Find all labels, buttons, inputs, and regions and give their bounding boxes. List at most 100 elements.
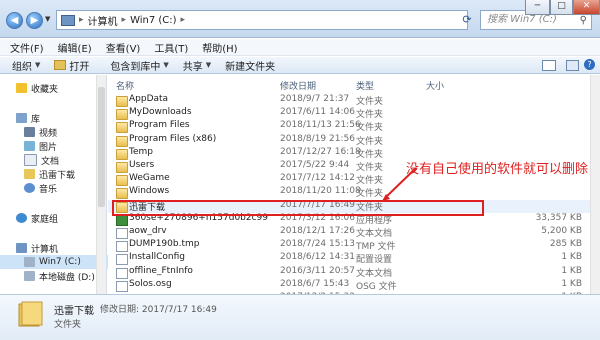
sidebar-item-label: 家庭组 (31, 214, 59, 225)
table-row[interactable]: Windows 2018/11/20 11:08 文件夹 (108, 186, 590, 200)
file-size: 5,200 KB (541, 226, 582, 236)
sidebar-item-label: 图片 (39, 142, 58, 153)
menu-edit[interactable]: 编辑(E) (58, 40, 92, 55)
search-placeholder: 搜索 Win7 (C:) (487, 14, 557, 25)
file-name: WeGame (129, 173, 170, 184)
file-date: 2017/7/12 14:12 (280, 173, 355, 184)
share-button[interactable]: 共享 ▼ (176, 58, 218, 73)
file-type: OSG 文件 (356, 281, 397, 292)
table-row[interactable]: MyDownloads 2017/6/11 14:06 文件夹 (108, 107, 590, 121)
file-date: 2018/6/12 14:31 (280, 252, 355, 263)
file-type: 文件夹 (356, 189, 384, 200)
drive-icon (24, 257, 35, 267)
open-icon (54, 60, 67, 70)
column-header-type[interactable]: 类型 (356, 79, 374, 92)
file-type: 配置设置 (356, 255, 393, 266)
file-date: 2018/11/20 11:08 (280, 186, 361, 197)
highlight-box (112, 200, 484, 216)
open-button[interactable]: 打开 (47, 58, 96, 73)
file-type: 文本文档 (356, 268, 393, 279)
details-type: 文件夹 (54, 320, 82, 330)
column-header-name[interactable]: 名称 (116, 79, 134, 92)
column-header-date[interactable]: 修改日期 (280, 79, 316, 92)
address-field[interactable]: ▸ 计算机 ▸ Win7 (C:) ▸ (56, 10, 468, 30)
file-name: InstallConfig (129, 252, 185, 263)
column-header-size[interactable]: 大小 (426, 79, 444, 92)
file-name: DUMP190b.tmp (129, 239, 200, 250)
include-label: 包含到库中 (110, 61, 161, 73)
file-name: Solos.osg (129, 278, 172, 289)
table-row[interactable]: Program Files 2018/11/13 21:56 文件夹 (108, 120, 590, 134)
file-type: 文件夹 (356, 176, 384, 187)
file-name: Windows (129, 186, 170, 197)
file-icon (116, 254, 128, 266)
table-row[interactable]: InstallConfig 2018/6/12 14:31 配置设置 1 KB (108, 252, 590, 266)
menu-view[interactable]: 查看(V) (106, 40, 141, 55)
star-icon (16, 83, 27, 93)
sidebar-scrollbar[interactable] (96, 75, 106, 294)
folder-icon (116, 109, 128, 121)
file-list-scrollbar[interactable] (590, 75, 600, 294)
include-in-library-button[interactable]: 包含到库中 ▼ (96, 58, 175, 73)
close-button[interactable]: ✕ (573, 0, 600, 15)
view-options-icon[interactable] (542, 60, 556, 71)
drive-icon (24, 271, 35, 281)
sidebar-item-label: 视频 (39, 128, 58, 139)
file-icon (116, 241, 128, 253)
preview-pane-icon[interactable] (566, 60, 579, 71)
table-row[interactable]: aow_drv 2018/12/1 17:26 文本文档 5,200 KB (108, 226, 590, 239)
file-date: 2018/7/24 15:13 (280, 239, 355, 250)
open-label: 打开 (69, 61, 90, 73)
sidebar-item-label: 文档 (41, 156, 60, 167)
file-name: aow_drv (129, 226, 167, 236)
new-folder-button[interactable]: 新建文件夹 (218, 58, 282, 73)
file-date: 2017/12/27 16:18 (280, 146, 361, 157)
file-date: 2016/3/11 20:57 (280, 265, 355, 276)
file-list: 名称 修改日期 类型 大小 AppData 2018/9/7 21:37 文件夹 My… (108, 75, 600, 305)
chevron-down-icon: ▼ (35, 61, 41, 69)
file-type: 文件夹 (356, 163, 384, 173)
table-row[interactable]: AppData 2018/9/7 21:37 文件夹 (108, 94, 590, 107)
menu-file[interactable]: 文件(F) (10, 40, 44, 55)
file-icon (116, 214, 128, 226)
homegroup-icon (16, 213, 27, 223)
organize-button[interactable]: 组织 ▼ (0, 58, 47, 73)
file-name: Temp (129, 146, 153, 157)
folder-icon (116, 148, 128, 160)
file-date: 2018/12/1 17:26 (280, 226, 355, 236)
file-type: 文件夹 (356, 123, 384, 134)
table-row[interactable]: Solos.osg 2018/6/7 15:43 OSG 文件 1 KB (108, 279, 590, 292)
forward-button[interactable]: ▶ (26, 12, 43, 29)
file-size: 33,357 KB (535, 212, 582, 223)
file-name: Program Files (129, 120, 190, 131)
breadcrumb-chevron-icon: ▸ (121, 15, 127, 25)
table-row[interactable]: Program Files (x86) 2018/8/19 21:56 文件夹 (108, 134, 590, 147)
details-name: 迅雷下载 (54, 306, 94, 317)
table-row[interactable]: DUMP190b.tmp 2018/7/24 15:13 TMP 文件 285 KB (108, 239, 590, 253)
folder-icon (24, 169, 35, 179)
recent-pages-chevron-icon[interactable]: ▼ (45, 15, 50, 23)
menu-help[interactable]: 帮助(H) (202, 40, 237, 55)
file-name: Users (129, 160, 155, 170)
details-modified: 修改日期: 2017/7/17 16:49 (100, 305, 217, 315)
menu-bar: 文件(F) 编辑(E) 查看(V) 工具(T) 帮助(H) (0, 39, 600, 56)
computer-icon (16, 243, 27, 253)
breadcrumb-drive[interactable]: Win7 (C:) (130, 15, 176, 26)
menu-tools[interactable]: 工具(T) (154, 40, 188, 55)
minimize-button[interactable]: ─ (525, 0, 550, 15)
folder-icon (116, 96, 128, 107)
table-row[interactable]: offline_FtnInfo 2016/3/11 20:57 文本文档 1 KB (108, 266, 590, 279)
details-pane (0, 294, 600, 340)
refresh-icon[interactable]: ⟳ (458, 10, 476, 30)
file-type: 文件夹 (356, 97, 384, 107)
breadcrumb-computer[interactable]: 计算机 (88, 13, 118, 28)
sidebar-item-label: 库 (31, 114, 41, 125)
help-icon[interactable]: ? (584, 59, 595, 70)
sidebar-item-label: 本地磁盘 (D:) (39, 272, 95, 283)
scrollbar-thumb[interactable] (98, 87, 105, 207)
sidebar-item-label: Win7 (C:) (39, 257, 81, 267)
breadcrumb-chevron-icon: ▸ (180, 15, 186, 25)
file-name: AppData (129, 94, 169, 104)
maximize-button[interactable]: □ (550, 0, 573, 15)
back-button[interactable]: ◀ (6, 12, 23, 29)
